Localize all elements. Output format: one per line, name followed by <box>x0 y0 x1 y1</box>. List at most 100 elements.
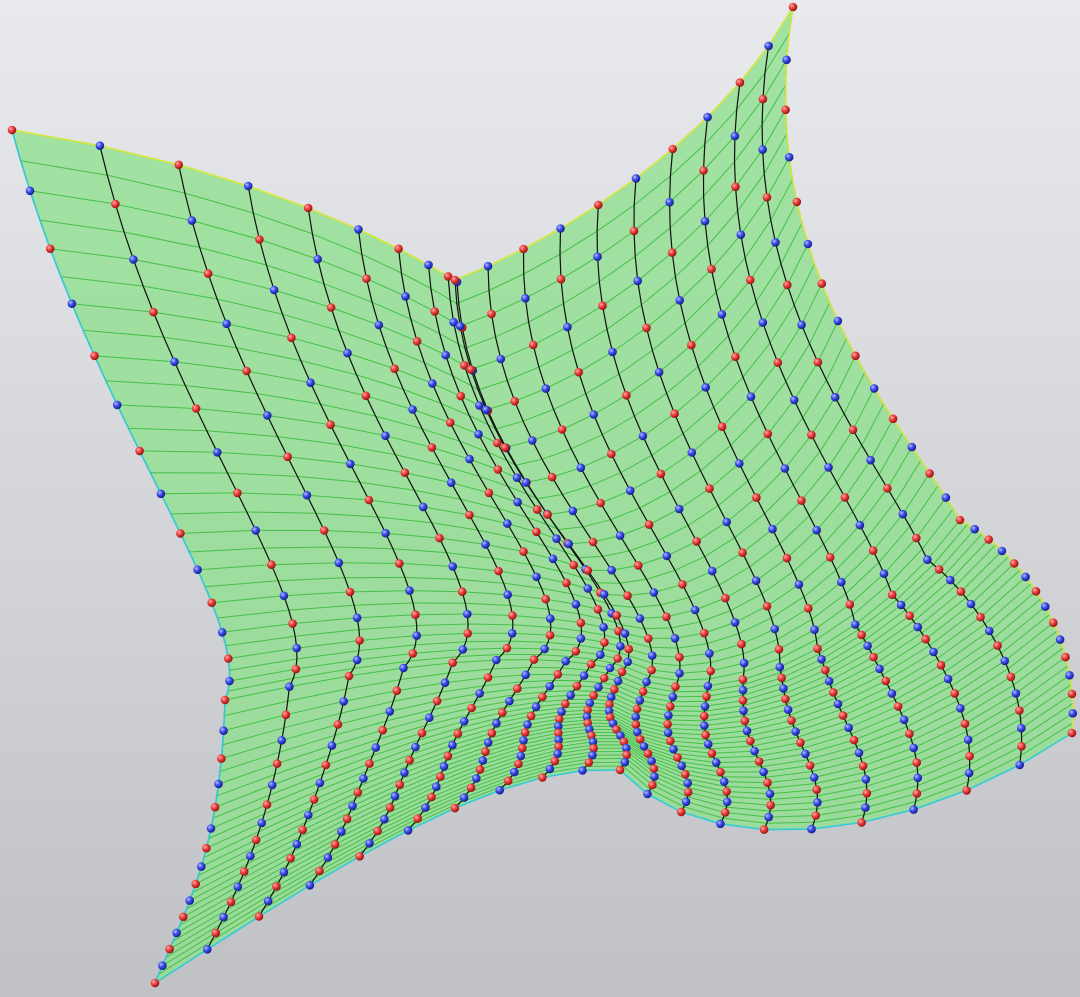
sphere-node-icon[interactable] <box>283 452 292 462</box>
sphere-node-icon[interactable] <box>456 391 466 401</box>
sphere-node-icon[interactable] <box>1067 689 1077 699</box>
sphere-node-icon[interactable] <box>765 789 775 799</box>
sphere-node-icon[interactable] <box>905 729 914 738</box>
sphere-node-icon[interactable] <box>576 463 586 473</box>
sphere-node-icon[interactable] <box>912 533 921 543</box>
sphere-node-icon[interactable] <box>634 561 643 570</box>
sphere-node-icon[interactable] <box>956 704 965 713</box>
sphere-node-icon[interactable] <box>707 566 717 576</box>
sphere-node-icon[interactable] <box>129 255 138 264</box>
sphere-node-icon[interactable] <box>797 496 806 505</box>
sphere-node-icon[interactable] <box>631 174 641 183</box>
sphere-node-icon[interactable] <box>620 629 630 638</box>
sphere-node-icon[interactable] <box>445 418 455 427</box>
sphere-node-icon[interactable] <box>813 798 822 807</box>
sphere-node-icon[interactable] <box>528 340 538 350</box>
sphere-node-icon[interactable] <box>466 365 476 374</box>
sphere-node-icon[interactable] <box>721 593 730 603</box>
sphere-node-icon[interactable] <box>644 634 653 643</box>
sphere-node-icon[interactable] <box>568 506 578 516</box>
sphere-node-icon[interactable] <box>520 728 530 737</box>
sphere-node-icon[interactable] <box>566 690 575 700</box>
sphere-node-icon[interactable] <box>440 678 450 687</box>
sphere-node-icon[interactable] <box>730 618 740 627</box>
sphere-node-icon[interactable] <box>639 742 649 751</box>
sphere-node-icon[interactable] <box>7 125 17 135</box>
sphere-node-icon[interactable] <box>202 843 211 853</box>
sphere-node-icon[interactable] <box>664 711 673 720</box>
sphere-node-icon[interactable] <box>631 712 640 722</box>
sphere-node-icon[interactable] <box>671 682 680 691</box>
sphere-node-icon[interactable] <box>833 316 843 326</box>
sphere-node-icon[interactable] <box>866 455 875 465</box>
sphere-node-icon[interactable] <box>364 495 374 505</box>
sphere-node-icon[interactable] <box>912 789 922 798</box>
sphere-node-icon[interactable] <box>735 78 745 87</box>
sphere-node-icon[interactable] <box>965 751 974 761</box>
sphere-node-icon[interactable] <box>251 526 260 535</box>
sphere-node-icon[interactable] <box>624 644 633 654</box>
sphere-node-icon[interactable] <box>780 464 790 473</box>
sphere-node-icon[interactable] <box>707 749 717 758</box>
sphere-node-icon[interactable] <box>775 662 785 672</box>
sphere-node-icon[interactable] <box>810 625 819 634</box>
sphere-node-icon[interactable] <box>305 881 315 890</box>
sphere-node-icon[interactable] <box>854 748 864 758</box>
sphere-node-icon[interactable] <box>378 725 388 735</box>
sphere-node-icon[interactable] <box>432 696 442 706</box>
sphere-node-icon[interactable] <box>576 634 586 643</box>
sphere-node-icon[interactable] <box>285 682 294 691</box>
sphere-node-icon[interactable] <box>381 528 390 538</box>
sphere-node-icon[interactable] <box>493 465 503 474</box>
sphere-node-icon[interactable] <box>385 803 395 812</box>
sphere-node-icon[interactable] <box>593 605 603 614</box>
sphere-node-icon[interactable] <box>631 720 641 729</box>
sphere-node-icon[interactable] <box>763 778 772 787</box>
sphere-node-icon[interactable] <box>348 801 357 811</box>
sphere-node-icon[interactable] <box>620 757 630 767</box>
sphere-node-icon[interactable] <box>514 759 523 769</box>
sphere-node-icon[interactable] <box>572 681 582 691</box>
sphere-node-icon[interactable] <box>395 559 404 568</box>
sphere-node-icon[interactable] <box>343 348 352 358</box>
sphere-node-icon[interactable] <box>513 684 522 693</box>
sphere-node-icon[interactable] <box>683 787 693 797</box>
sphere-node-icon[interactable] <box>751 576 761 585</box>
sphere-node-icon[interactable] <box>781 105 790 115</box>
sphere-node-icon[interactable] <box>844 723 853 732</box>
sphere-node-icon[interactable] <box>701 383 710 392</box>
sphere-node-icon[interactable] <box>648 780 657 790</box>
sphere-node-icon[interactable] <box>596 650 605 659</box>
sphere-node-icon[interactable] <box>408 649 418 658</box>
sphere-node-icon[interactable] <box>666 736 675 746</box>
sphere-node-icon[interactable] <box>896 600 906 610</box>
sphere-node-icon[interactable] <box>191 404 201 413</box>
sphere-node-icon[interactable] <box>365 839 374 848</box>
sphere-node-icon[interactable] <box>323 853 333 862</box>
sphere-node-icon[interactable] <box>813 357 823 367</box>
sphere-node-icon[interactable] <box>187 216 197 225</box>
sphere-node-icon[interactable] <box>548 554 558 564</box>
sphere-node-icon[interactable] <box>997 546 1007 556</box>
sphere-node-icon[interactable] <box>519 244 528 254</box>
sphere-node-icon[interactable] <box>371 743 381 752</box>
sphere-node-icon[interactable] <box>251 835 261 845</box>
sphere-node-icon[interactable] <box>543 510 552 519</box>
sphere-node-icon[interactable] <box>868 546 878 555</box>
sphere-node-icon[interactable] <box>774 645 784 654</box>
sphere-node-icon[interactable] <box>593 252 602 261</box>
sphere-node-icon[interactable] <box>432 782 441 791</box>
sphere-node-icon[interactable] <box>457 587 467 596</box>
sphere-node-icon[interactable] <box>458 645 468 654</box>
sphere-node-icon[interactable] <box>849 735 859 745</box>
sphere-node-icon[interactable] <box>176 529 185 538</box>
sphere-node-icon[interactable] <box>907 442 917 452</box>
sphere-node-icon[interactable] <box>556 224 565 233</box>
sphere-node-icon[interactable] <box>498 708 507 717</box>
sphere-node-icon[interactable] <box>453 729 463 738</box>
sphere-node-icon[interactable] <box>111 199 120 209</box>
sphere-node-icon[interactable] <box>483 673 493 682</box>
sphere-node-icon[interactable] <box>563 322 572 332</box>
sphere-node-icon[interactable] <box>494 566 503 576</box>
sphere-node-icon[interactable] <box>722 787 731 796</box>
